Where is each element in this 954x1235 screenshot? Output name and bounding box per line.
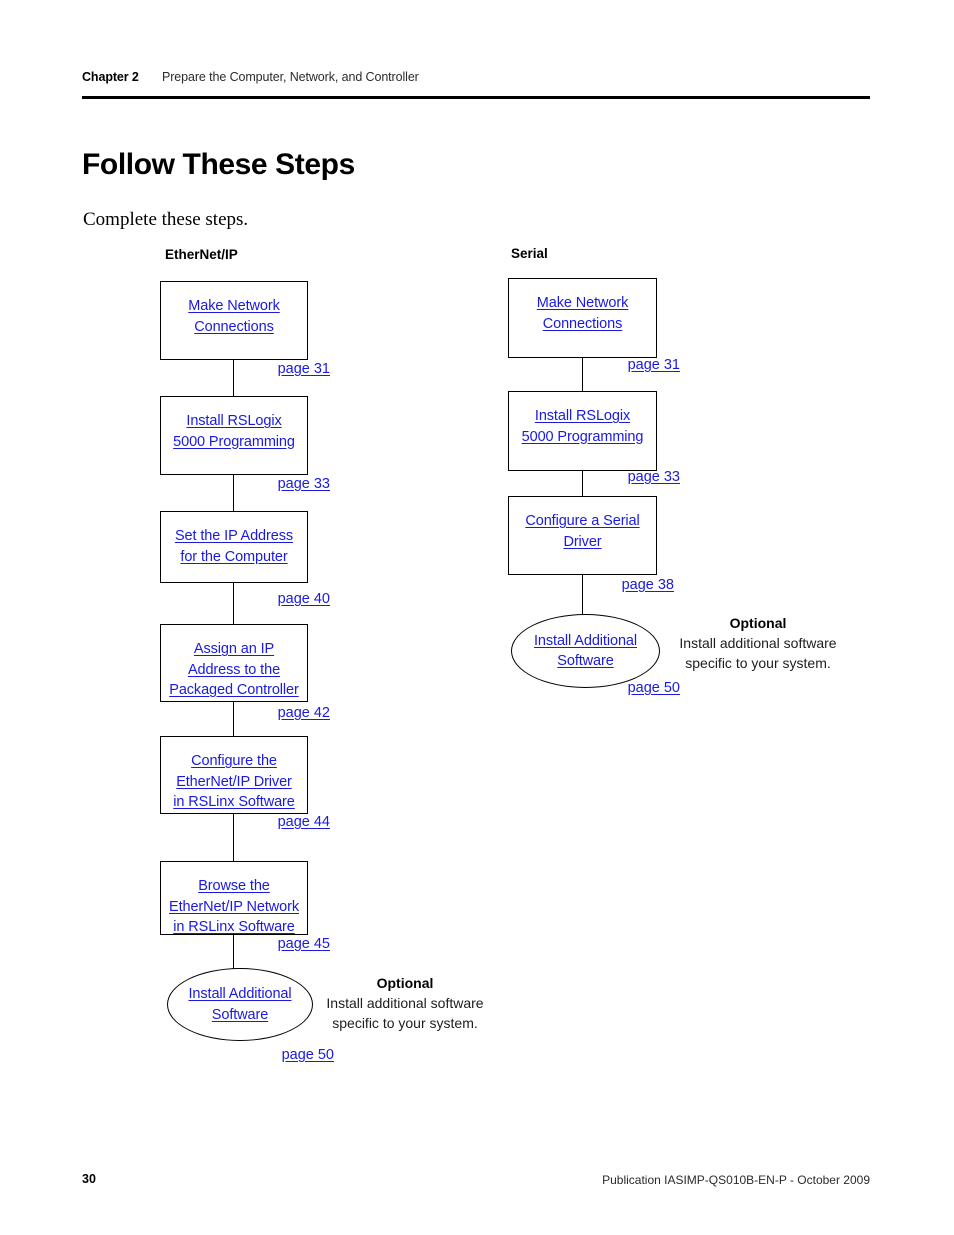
flow-step-page-ref[interactable]: page 50 — [214, 1047, 334, 1063]
flow-step-link[interactable]: Make Network Connections — [537, 293, 629, 334]
flow-step-link[interactable]: Configure the EtherNet/IP Driver in RSLi… — [173, 751, 295, 813]
flow-step-link[interactable]: Make Network Connections — [188, 296, 280, 337]
optional-note-title: Optional — [376, 975, 434, 991]
flow-step-page-ref[interactable]: page 44 — [210, 814, 330, 830]
footer-publication: Publication IASIMP-QS010B-EN-P - October… — [602, 1173, 870, 1187]
flow-step-page-ref[interactable]: page 31 — [210, 361, 330, 377]
column-heading-ethernetip: EtherNet/IP — [165, 247, 238, 262]
flow-step-oval[interactable]: Install Additional Software — [511, 614, 660, 688]
flow-step-page-ref[interactable]: page 31 — [560, 357, 680, 373]
flow-step-link[interactable]: Browse the EtherNet/IP Network in RSLinx… — [169, 876, 299, 938]
optional-note-body: Install additional software specific to … — [326, 995, 484, 1031]
running-header: Chapter 2 Prepare the Computer, Network,… — [82, 70, 870, 92]
header-rule — [82, 96, 870, 99]
intro-text: Complete these steps. — [83, 209, 249, 230]
flow-step-page-ref[interactable]: page 50 — [560, 680, 680, 696]
flow-connector — [233, 702, 235, 736]
flow-step-box[interactable]: Install RSLogix 5000 Programming — [160, 396, 308, 475]
flow-connector — [582, 358, 584, 391]
flow-connector — [582, 471, 584, 496]
optional-note: Optional Install additional software spe… — [643, 614, 873, 673]
flow-connector — [233, 583, 235, 624]
optional-note: Optional Install additional software spe… — [290, 974, 520, 1033]
flow-step-link[interactable]: Configure a Serial Driver — [525, 511, 639, 552]
flow-step-box[interactable]: Assign an IP Address to the Packaged Con… — [160, 624, 308, 702]
flow-step-page-ref[interactable]: page 33 — [210, 476, 330, 492]
flow-connector — [233, 475, 235, 511]
flow-step-box[interactable]: Make Network Connections — [160, 281, 308, 360]
flow-step-link[interactable]: Install RSLogix 5000 Programming — [173, 411, 295, 452]
flow-connector — [233, 360, 235, 396]
flow-step-box[interactable]: Make Network Connections — [508, 278, 657, 358]
flow-step-link[interactable]: Install RSLogix 5000 Programming — [522, 406, 644, 447]
flow-step-page-ref[interactable]: page 45 — [210, 936, 330, 952]
flow-step-link[interactable]: Assign an IP Address to the Packaged Con… — [169, 639, 299, 701]
flow-step-page-ref[interactable]: page 38 — [554, 577, 674, 593]
optional-note-body: Install additional software specific to … — [679, 635, 837, 671]
flow-connector — [582, 575, 584, 615]
footer-page-number: 30 — [82, 1172, 96, 1186]
chapter-title: Prepare the Computer, Network, and Contr… — [162, 70, 419, 84]
flow-step-box[interactable]: Browse the EtherNet/IP Network in RSLinx… — [160, 861, 308, 935]
flow-step-box[interactable]: Configure the EtherNet/IP Driver in RSLi… — [160, 736, 308, 814]
column-heading-serial: Serial — [511, 246, 548, 261]
chapter-label: Chapter 2 — [82, 70, 139, 84]
optional-note-title: Optional — [729, 615, 787, 631]
flow-step-page-ref[interactable]: page 42 — [210, 705, 330, 721]
flow-step-link[interactable]: Install Additional Software — [534, 631, 637, 672]
flow-step-link[interactable]: Install Additional Software — [189, 984, 292, 1025]
page-title: Follow These Steps — [82, 148, 355, 182]
flow-connector — [233, 814, 235, 861]
flow-step-page-ref[interactable]: page 40 — [210, 591, 330, 607]
flow-step-box[interactable]: Set the IP Address for the Computer — [160, 511, 308, 583]
flow-step-box[interactable]: Configure a Serial Driver — [508, 496, 657, 575]
flow-step-box[interactable]: Install RSLogix 5000 Programming — [508, 391, 657, 471]
flow-step-link[interactable]: Set the IP Address for the Computer — [175, 526, 293, 567]
flow-step-page-ref[interactable]: page 33 — [560, 469, 680, 485]
